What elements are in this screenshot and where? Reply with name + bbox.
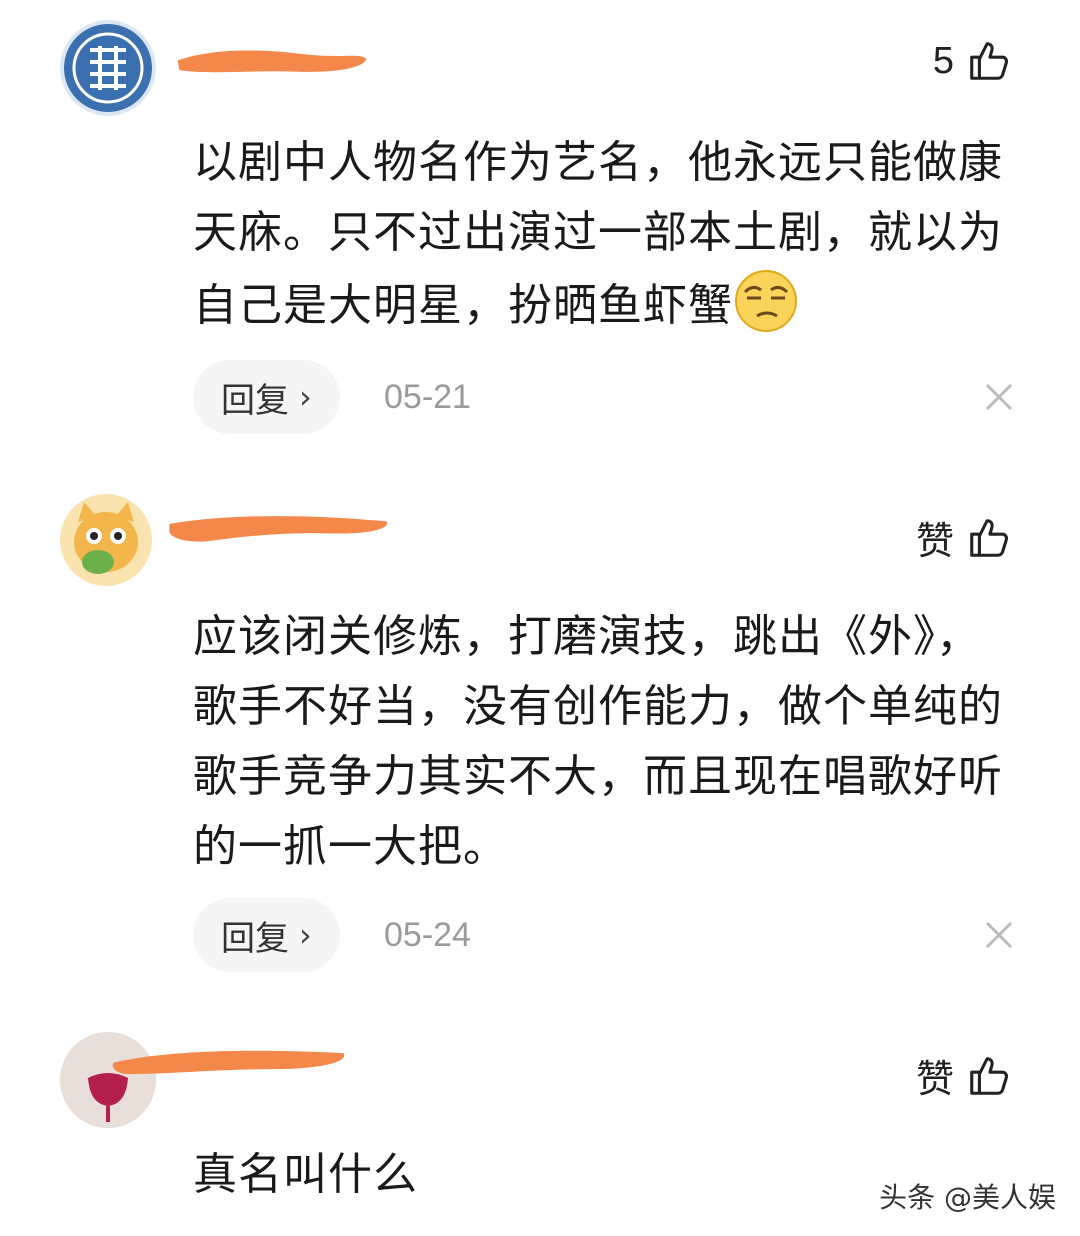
username-redacted: [112, 1050, 345, 1074]
avatar[interactable]: [60, 20, 156, 116]
reply-label: 回复: [221, 380, 289, 421]
like-button[interactable]: 赞: [916, 1048, 1012, 1103]
smug-face-emoji-icon: [735, 270, 797, 332]
watermark: 头条 @美人娱: [879, 1181, 1056, 1214]
thumbs-up-icon: [970, 1056, 1009, 1095]
like-count: 5: [932, 39, 954, 82]
comment-body: 应该闭关修炼，打磨演技，跳出《外》，歌手不好当，没有创作能力，做个单纯的歌手竞争…: [193, 611, 1003, 872]
like-button[interactable]: 5: [933, 38, 1012, 84]
close-icon[interactable]: [984, 382, 1014, 412]
reply-button[interactable]: 回复 ›: [193, 898, 340, 972]
like-label: 赞: [915, 1059, 954, 1101]
thumbs-up-icon: [970, 42, 1009, 80]
comment-date: 05-21: [384, 378, 471, 416]
thumbs-up-icon: [970, 518, 1009, 557]
chevron-right-icon: ›: [299, 916, 312, 954]
close-icon[interactable]: [984, 920, 1014, 950]
reply-button[interactable]: 回复 ›: [193, 360, 340, 434]
username-redacted: [177, 50, 367, 73]
comment-body: 以剧中人物名作为艺名，他永远只能做康天庥。只不过出演过一部本土剧，就以为自己是大…: [193, 128, 1023, 341]
reply-label: 回复: [221, 918, 289, 959]
comment-date: 05-24: [384, 916, 471, 954]
chevron-right-icon: ›: [299, 378, 312, 416]
username-redacted: [169, 516, 388, 542]
like-label: 赞: [915, 521, 954, 563]
like-button[interactable]: 赞: [916, 510, 1012, 565]
seal-avatar-icon: [60, 20, 156, 116]
